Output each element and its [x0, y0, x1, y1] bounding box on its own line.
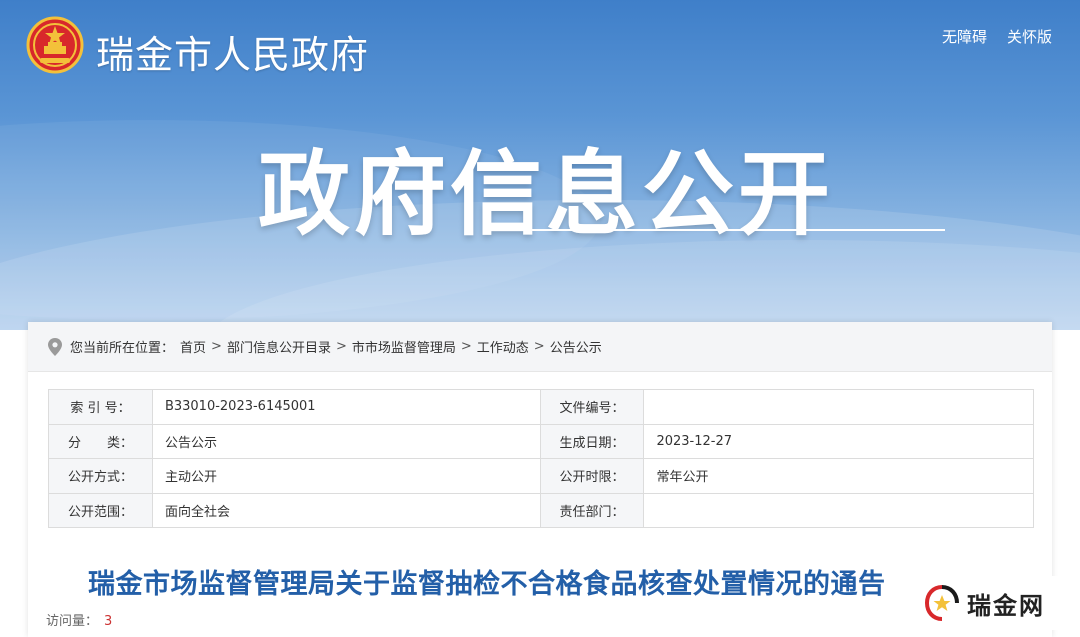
breadcrumb-announcements[interactable]: 公告公示	[550, 337, 602, 356]
responsible-dept-value	[643, 492, 1034, 528]
breadcrumb-lead: 您当前所在位置：	[70, 341, 175, 356]
index-number-value: B33010-2023-6145001	[151, 389, 541, 425]
document-info-table: 索 引 号： B33010-2023-6145001 文件编号： 分 类： 公告…	[48, 389, 1034, 528]
breadcrumb: 您当前所在位置： 首页 > 部门信息公开目录 > 市市场监督管理局 > 工作动态…	[28, 322, 1052, 372]
disclosure-scope-value: 面向全社会	[151, 492, 541, 528]
responsible-dept-label: 责任部门：	[539, 492, 645, 528]
article-title: 瑞金市场监督管理局关于监督抽检不合格食品核查处置情况的通告	[88, 569, 886, 600]
category-label: 分 类：	[48, 423, 153, 459]
watermark-text: 瑞金网	[967, 591, 1045, 620]
breadcrumb-dept-catalog[interactable]: 部门信息公开目录	[227, 337, 331, 356]
location-pin-icon	[48, 337, 62, 356]
created-date-label: 生成日期：	[539, 423, 645, 459]
breadcrumb-separator: >	[460, 339, 472, 354]
watermark-logo: 瑞金网	[915, 576, 1063, 630]
table-row: 索 引 号： B33010-2023-6145001 文件编号：	[48, 389, 1034, 425]
accessibility-link[interactable]: 无障碍	[942, 26, 987, 47]
file-number-label: 文件编号：	[539, 389, 645, 425]
disclosure-method-label: 公开方式：	[48, 458, 153, 494]
content-card: 您当前所在位置： 首页 > 部门信息公开目录 > 市市场监督管理局 > 工作动态…	[28, 322, 1052, 637]
view-count-label: 访问量：	[46, 614, 99, 629]
file-number-value	[643, 389, 1034, 425]
breadcrumb-separator: >	[211, 339, 222, 354]
index-number-label: 索 引 号：	[48, 389, 153, 425]
breadcrumb-market-bureau[interactable]: 市市场监督管理局	[352, 337, 456, 356]
national-emblem-icon[interactable]	[26, 16, 84, 74]
category-value: 公告公示	[151, 423, 541, 459]
table-row: 公开方式： 主动公开 公开时限： 常年公开	[48, 458, 1034, 494]
site-name[interactable]: 瑞金市人民政府	[96, 24, 369, 79]
table-row: 公开范围： 面向全社会 责任部门：	[48, 492, 1034, 528]
disclosure-period-value: 常年公开	[643, 458, 1034, 494]
view-count-value: 3	[104, 614, 113, 629]
breadcrumb-work-news[interactable]: 工作动态	[477, 337, 529, 356]
breadcrumb-home[interactable]: 首页	[180, 337, 206, 356]
ruijin-logo-icon	[924, 585, 959, 621]
created-date-value: 2023-12-27	[643, 423, 1034, 459]
disclosure-method-value: 主动公开	[151, 458, 541, 494]
banner-title-underline	[490, 229, 945, 231]
table-row: 分 类： 公告公示 生成日期： 2023-12-27	[48, 423, 1034, 459]
elderly-mode-link[interactable]: 关怀版	[1007, 26, 1052, 47]
view-count: 访问量： 3	[46, 610, 112, 629]
top-links: 无障碍 关怀版	[942, 26, 1052, 47]
breadcrumb-separator: >	[335, 339, 347, 354]
breadcrumb-separator: >	[533, 339, 545, 354]
header-banner: 瑞金市人民政府 无障碍 关怀版 政府信息公开	[0, 0, 1080, 330]
disclosure-scope-label: 公开范围：	[48, 492, 153, 528]
disclosure-period-label: 公开时限：	[539, 458, 645, 494]
banner-title: 政府信息公开	[258, 141, 835, 248]
